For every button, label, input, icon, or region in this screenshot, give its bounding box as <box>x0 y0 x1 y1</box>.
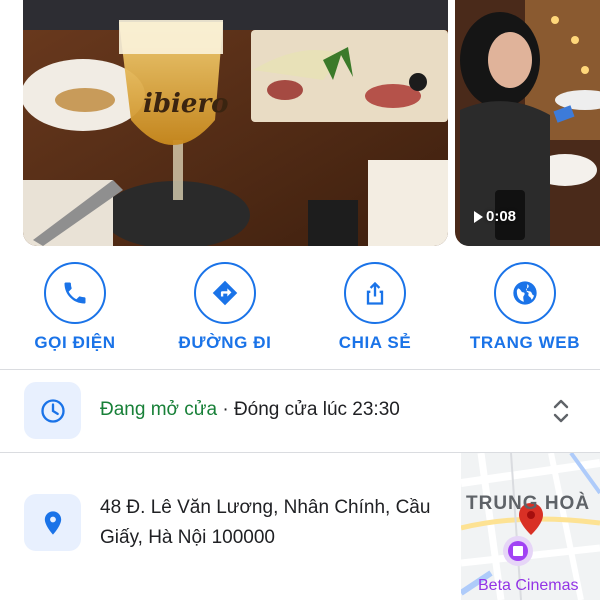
clock-icon <box>40 398 65 423</box>
photo-carousel[interactable]: ibiero 0:08 <box>0 0 600 246</box>
website-button[interactable]: TRANG WEB <box>450 262 600 353</box>
quick-actions: GỌI ĐIỆN ĐƯỜNG ĐI CHIA SẺ TRANG WEB <box>0 262 600 358</box>
share-button-circle[interactable] <box>344 262 406 324</box>
opening-hours-text: Đang mở cửa · Đóng cửa lúc 23:30 <box>100 399 400 421</box>
directions-button-circle[interactable] <box>194 262 256 324</box>
website-button-label: TRANG WEB <box>469 333 581 352</box>
play-icon <box>474 210 483 223</box>
location-pin-icon <box>44 510 61 535</box>
directions-icon <box>212 280 238 306</box>
clock-icon-box <box>24 382 81 439</box>
video-duration: 0:08 <box>486 208 517 225</box>
glass-brand-text: ibiero <box>143 89 229 119</box>
map-poi-label: Beta Cinemas <box>478 577 579 594</box>
map-area-label: TRUNG HOÀ <box>466 493 591 514</box>
call-button-circle[interactable] <box>44 262 106 324</box>
restaurant-photo[interactable]: ibiero <box>23 0 448 246</box>
address-text: 48 Đ. Lê Văn Lương, Nhân Chính, Cầu Giấy… <box>100 497 431 548</box>
phone-icon <box>64 282 86 304</box>
share-button-label: CHIA SẺ <box>338 333 412 352</box>
video-duration-badge: 0:08 <box>474 208 516 225</box>
directions-button[interactable]: ĐƯỜNG ĐI <box>150 262 300 353</box>
share-icon <box>366 281 384 305</box>
open-status: Đang mở cửa <box>100 399 218 420</box>
location-icon-box <box>24 494 81 551</box>
share-button[interactable]: CHIA SẺ <box>300 262 450 353</box>
call-button-label: GỌI ĐIỆN <box>34 333 116 352</box>
call-button[interactable]: GỌI ĐIỆN <box>0 262 150 353</box>
opening-hours-row[interactable]: Đang mở cửa · Đóng cửa lúc 23:30 <box>0 370 600 452</box>
website-button-circle[interactable] <box>494 262 556 324</box>
expand-hours-icon[interactable] <box>551 397 571 425</box>
globe-icon <box>513 281 537 305</box>
directions-button-label: ĐƯỜNG ĐI <box>178 333 272 352</box>
closing-time: Đóng cửa lúc 23:30 <box>233 399 400 420</box>
place-details-panel: ibiero 0:08 GỌI ĐIỆN ĐƯỜNG ĐI CHIA SẺ TR… <box>0 0 600 600</box>
restaurant-photo-image: ibiero <box>23 0 448 246</box>
hours-separator: · <box>217 399 234 420</box>
